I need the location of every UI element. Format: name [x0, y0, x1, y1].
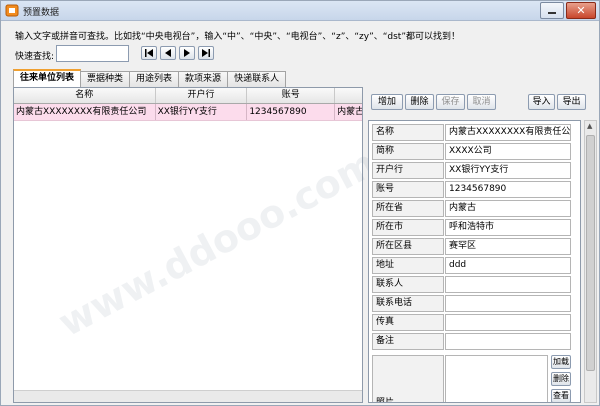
next-icon: [184, 49, 190, 57]
minimize-button[interactable]: [540, 2, 564, 19]
field-label: 地址: [372, 257, 444, 274]
scroll-up-icon[interactable]: ▲: [587, 122, 592, 130]
add-button[interactable]: 增加: [371, 94, 403, 110]
save-button[interactable]: 保存: [436, 94, 465, 110]
export-button[interactable]: 导出: [557, 94, 586, 110]
field-label: 所在市: [372, 219, 444, 236]
photo-label-cell: 照片: [372, 355, 444, 403]
field-label: 联系人: [372, 276, 444, 293]
scroll-thumb[interactable]: [586, 135, 595, 371]
fax-field[interactable]: [445, 314, 571, 331]
form-vertical-scrollbar[interactable]: ▲: [584, 120, 597, 403]
name-field[interactable]: 内蒙古XXXXXXXX有限责任公司: [445, 124, 571, 141]
field-label: 所在区县: [372, 238, 444, 255]
search-hint: 输入文字或拼音可查找。比如找“中央电视台”，输入“中”、“中央”、“电视台”、“…: [15, 32, 460, 42]
cell-province: 内蒙古: [337, 107, 362, 117]
field-label: 简称: [372, 143, 444, 160]
field-label: 传真: [372, 314, 444, 331]
tab-purpose-list[interactable]: 用途列表: [129, 71, 180, 87]
preset-data-window: 预置数据 ✕ 输入文字或拼音可查找。比如找“中央电视台”，输入“中”、“中央”、…: [0, 0, 600, 406]
grid-header: 名称 开户行 账号: [14, 88, 362, 104]
minimize-icon: [548, 11, 556, 14]
cell-account: 1234567890: [247, 104, 336, 120]
tab-bill-types[interactable]: 票据种类: [80, 71, 131, 87]
cancel-button[interactable]: 取消: [467, 94, 496, 110]
next-record-button[interactable]: [179, 46, 195, 60]
prev-record-button[interactable]: [160, 46, 176, 60]
first-icon: [145, 49, 153, 57]
cell-bank: XX银行YY支行: [156, 104, 248, 120]
detail-form: 名称 内蒙古XXXXXXXX有限责任公司 简称 XXXX公司 开户行 XX银行Y…: [368, 120, 581, 403]
last-icon: [202, 49, 210, 57]
field-label: 开户行: [372, 162, 444, 179]
window-title: 预置数据: [23, 8, 60, 18]
partner-grid[interactable]: 名称 开户行 账号 内蒙古XXXXXXXX有限责任公司 XX银行YY支行 123…: [13, 87, 363, 403]
phone-field[interactable]: [445, 295, 571, 312]
title-bar: 预置数据 ✕: [1, 1, 599, 21]
quick-search-input[interactable]: [56, 45, 129, 62]
photo-label: 照片: [376, 398, 395, 403]
table-row[interactable]: 内蒙古XXXXXXXX有限责任公司 XX银行YY支行 1234567890 内蒙…: [14, 104, 362, 121]
bank-field[interactable]: XX银行YY支行: [445, 162, 571, 179]
photo-delete-button[interactable]: 删除: [551, 372, 571, 386]
photo-load-button[interactable]: 加载: [551, 355, 571, 369]
account-field[interactable]: 1234567890: [445, 181, 571, 198]
column-header-account[interactable]: 账号: [247, 88, 336, 103]
short-name-field[interactable]: XXXX公司: [445, 143, 571, 160]
field-label: 联系电话: [372, 295, 444, 312]
column-header-extra[interactable]: [335, 88, 362, 103]
column-header-name[interactable]: 名称: [14, 88, 156, 103]
district-field[interactable]: 赛罕区: [445, 238, 571, 255]
prev-icon: [165, 49, 171, 57]
field-label: 名称: [372, 124, 444, 141]
quick-search-label: 快速查找:: [15, 52, 55, 62]
province-field[interactable]: 内蒙古: [445, 200, 571, 217]
city-field[interactable]: 呼和浩特市: [445, 219, 571, 236]
first-record-button[interactable]: [141, 46, 157, 60]
last-record-button[interactable]: [198, 46, 214, 60]
tab-strip: 往来单位列表 票据种类 用途列表 款项来源 快递联系人: [13, 69, 287, 87]
remark-field[interactable]: [445, 333, 571, 350]
tab-fund-source[interactable]: 款项来源: [178, 71, 229, 87]
close-icon: ✕: [576, 4, 586, 17]
field-label: 备注: [372, 333, 444, 350]
grid-horizontal-scrollbar[interactable]: [14, 390, 362, 402]
cell-name: 内蒙古XXXXXXXX有限责任公司: [14, 104, 156, 120]
field-label: 账号: [372, 181, 444, 198]
photo-view-button[interactable]: 查看: [551, 389, 571, 402]
delete-button[interactable]: 删除: [405, 94, 434, 110]
tab-courier-contacts[interactable]: 快递联系人: [227, 71, 287, 87]
import-button[interactable]: 导入: [528, 94, 555, 110]
column-header-bank[interactable]: 开户行: [156, 88, 248, 103]
close-button[interactable]: ✕: [566, 2, 596, 19]
tab-partner-list[interactable]: 往来单位列表: [13, 69, 82, 87]
address-field[interactable]: ddd: [445, 257, 571, 274]
app-icon: [5, 4, 19, 17]
photo-box[interactable]: [445, 355, 548, 402]
contact-field[interactable]: [445, 276, 571, 293]
field-label: 所在省: [372, 200, 444, 217]
